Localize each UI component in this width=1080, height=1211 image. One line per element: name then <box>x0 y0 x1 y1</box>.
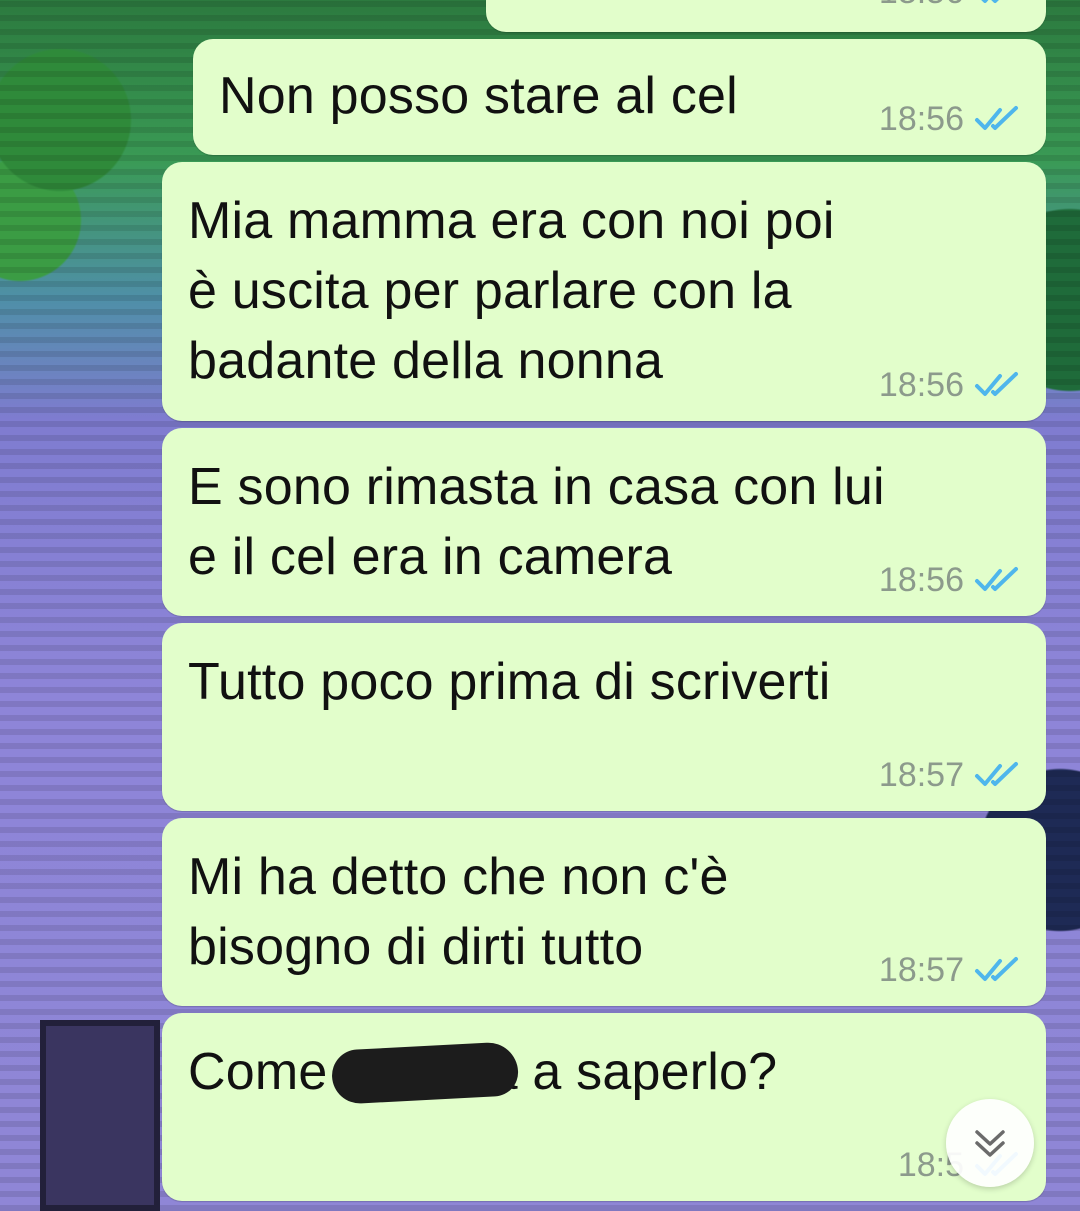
message-bubble[interactable]: Tutto poco prima di scriverti 18:57 <box>162 623 1046 811</box>
double-check-icon <box>975 106 1018 130</box>
message-meta: 18:56 <box>879 365 1022 405</box>
message-time: 18:57 <box>878 755 964 794</box>
message-bubble[interactable]: Come fa a saperlo? 18:5 <box>162 1013 1046 1201</box>
double-check-icon <box>975 957 1018 981</box>
message-time: 18:56 <box>878 99 964 138</box>
wallpaper-decoration <box>40 1020 160 1211</box>
message-bubble[interactable]: Mi ha detto che non c'è bisogno di dirti… <box>162 818 1046 1006</box>
message-bubble[interactable]: E sono rimasta in casa con lui e il cel … <box>162 428 1046 616</box>
message-bubble[interactable]: Mia mamma era con noi poi è uscita per p… <box>162 162 1046 421</box>
double-check-icon <box>981 0 999 3</box>
message-time: 18:57 <box>878 950 964 989</box>
message-bubble[interactable]: 18:56 <box>486 0 1046 32</box>
redaction-scribble <box>330 1041 520 1105</box>
message-bubble[interactable]: Non posso stare al cel 18:56 <box>193 39 1046 155</box>
double-check-icon <box>975 762 1018 786</box>
message-time: 18:56 <box>878 560 964 599</box>
message-meta: 18:57 <box>879 755 1022 795</box>
double-chevron-down-icon <box>975 1130 1005 1157</box>
message-text: Tutto poco prima di scriverti <box>188 653 831 711</box>
message-time: 18:56 <box>878 365 964 404</box>
message-meta: 18:56 <box>879 99 1022 139</box>
double-check-icon <box>975 567 1018 591</box>
message-meta: 18:57 <box>879 950 1022 990</box>
double-check-icon <box>975 372 1018 396</box>
scroll-to-bottom-button[interactable] <box>946 1099 1034 1187</box>
message-meta: 18:56 <box>879 560 1022 600</box>
message-text: Come fa a saperlo? <box>188 1043 778 1101</box>
message-meta: 18:56 <box>879 0 1022 12</box>
message-time: 18:56 <box>879 0 964 12</box>
